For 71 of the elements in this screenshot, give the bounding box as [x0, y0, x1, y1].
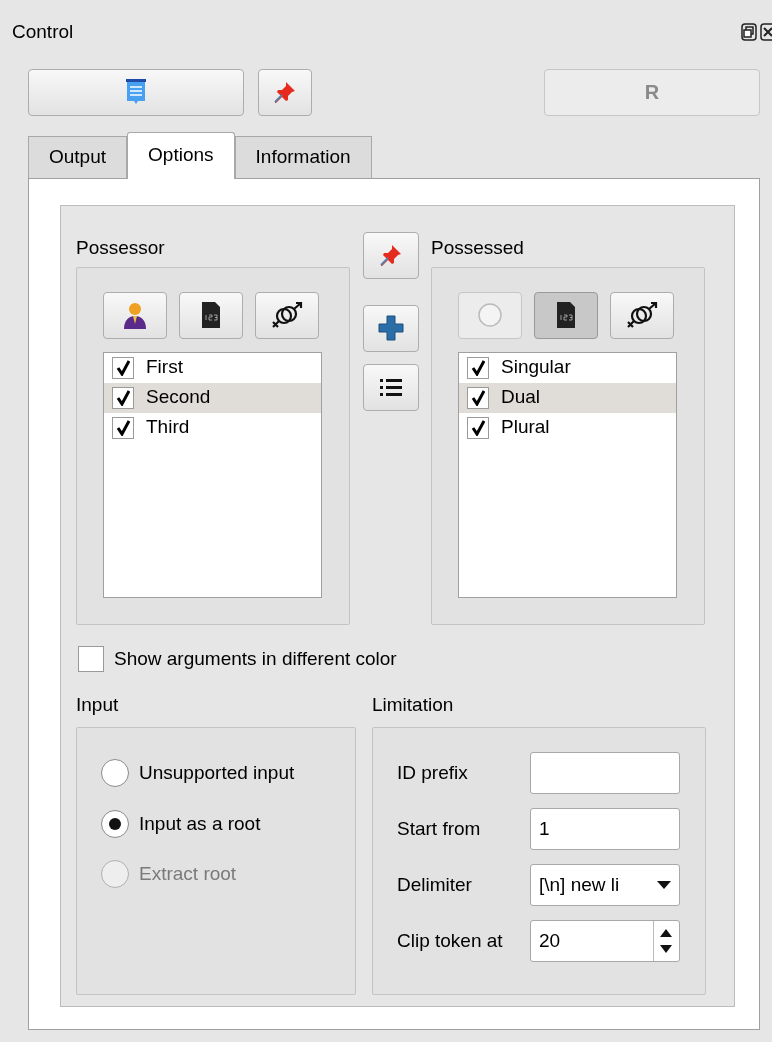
- item-label: Dual: [501, 385, 541, 410]
- pin-icon: [273, 80, 297, 104]
- tab[interactable]: Options: [127, 131, 235, 179]
- radio-label: Input as a root: [139, 811, 261, 836]
- checkbox[interactable]: [112, 416, 134, 439]
- radio-label: Extract root: [139, 862, 237, 886]
- gender-symbol-icon: [270, 302, 304, 328]
- item-label: Singular: [501, 355, 571, 380]
- pin-button[interactable]: [258, 68, 312, 116]
- spin-box[interactable]: 20: [530, 920, 680, 962]
- filter-button[interactable]: [534, 291, 598, 339]
- sd-card-icon: [201, 301, 221, 329]
- add-button[interactable]: [363, 304, 419, 352]
- radio-button[interactable]: [101, 809, 129, 838]
- check-icon: [471, 359, 485, 376]
- dropdown[interactable]: [\n] new li: [530, 864, 680, 906]
- gender-symbol-icon: [625, 302, 659, 328]
- field-label: Delimiter: [397, 872, 473, 897]
- input-field[interactable]: 1: [530, 808, 680, 850]
- check-icon: [116, 389, 130, 406]
- filter-button[interactable]: [103, 291, 167, 339]
- pin-button[interactable]: [363, 231, 419, 279]
- item-label: First: [146, 355, 183, 380]
- item-label: Third: [146, 415, 190, 440]
- list-button[interactable]: [363, 363, 419, 411]
- checkbox[interactable]: [112, 386, 134, 409]
- sd-card-icon: [556, 301, 576, 329]
- checkbox-label: Show arguments in different color: [114, 646, 397, 671]
- list-item[interactable]: Singular: [459, 352, 676, 383]
- group-label: Possessor: [76, 235, 166, 260]
- float-icon: [741, 23, 757, 42]
- filter-button[interactable]: [179, 291, 243, 339]
- document-list-button[interactable]: [28, 68, 244, 116]
- window-title: Control: [12, 20, 74, 44]
- checkbox[interactable]: [78, 645, 104, 672]
- input-field[interactable]: [530, 752, 680, 794]
- group-label: Possessed: [431, 235, 525, 260]
- plus-icon: [378, 315, 404, 341]
- group-label: Limitation: [372, 693, 455, 717]
- group-label: Input: [76, 693, 120, 717]
- checkbox[interactable]: [467, 356, 489, 379]
- checkbox[interactable]: [467, 416, 489, 439]
- field-label: Start from: [397, 816, 482, 841]
- list-item[interactable]: Dual: [459, 382, 676, 413]
- list-icon: [379, 377, 403, 397]
- list-item[interactable]: Plural: [459, 412, 676, 443]
- checkbox[interactable]: [112, 356, 134, 379]
- tab[interactable]: Output: [28, 135, 128, 178]
- field-label: Clip token at: [397, 928, 504, 953]
- field-label: ID prefix: [397, 760, 469, 785]
- radio-label: Unsupported input: [139, 761, 295, 785]
- pin-icon: [379, 243, 403, 267]
- tab[interactable]: Information: [234, 135, 372, 178]
- item-label: Plural: [501, 415, 550, 440]
- check-icon: [471, 389, 485, 406]
- check-icon: [116, 419, 130, 436]
- document-list-icon: [125, 79, 147, 105]
- caret-icon: [657, 881, 671, 889]
- check-icon: [471, 419, 485, 436]
- list-item[interactable]: Second: [104, 382, 321, 413]
- close-icon: [760, 23, 772, 42]
- check-icon: [116, 359, 130, 376]
- list-item[interactable]: Third: [104, 412, 321, 443]
- filter-button[interactable]: [255, 291, 319, 339]
- list-item[interactable]: First: [104, 352, 321, 383]
- circle-icon: [477, 302, 503, 328]
- checkbox[interactable]: [467, 386, 489, 409]
- person-icon: [123, 301, 147, 329]
- radio-button[interactable]: [101, 759, 129, 788]
- item-label: Second: [146, 385, 211, 410]
- filter-button[interactable]: [610, 291, 674, 339]
